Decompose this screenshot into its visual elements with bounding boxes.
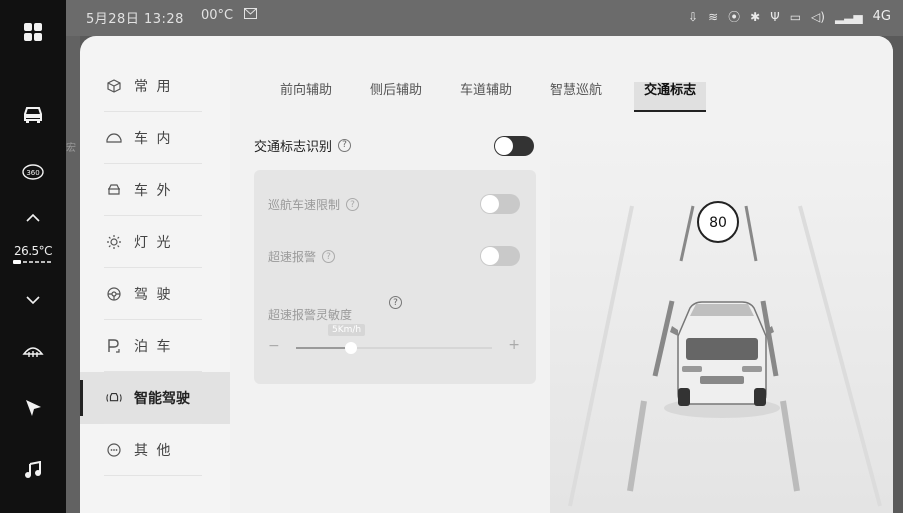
sidebar-item-lights[interactable]: 灯 光 bbox=[80, 216, 230, 268]
sidebar-item-label: 泊 车 bbox=[134, 339, 173, 355]
volume-icon: ◁) bbox=[811, 9, 825, 24]
slider-value-label: 5Km/h bbox=[328, 324, 366, 336]
left-rail: 360 26.5°C bbox=[0, 0, 66, 513]
sidebar-item-label: 常 用 bbox=[134, 79, 173, 95]
speed-limit-sign: 80 bbox=[697, 201, 739, 243]
slider-fill bbox=[296, 347, 351, 349]
steering-wheel-icon bbox=[106, 286, 122, 302]
download-icon: ⇩ bbox=[688, 9, 699, 24]
status-time: 5月28日 13:28 bbox=[86, 12, 184, 27]
usb-icon: Ψ bbox=[770, 9, 780, 24]
status-bar: 5月28日 13:28 00°C ⇩ ≋ ⦿ ✱ Ψ ▭ ◁) ▂▃▅ 4G bbox=[66, 0, 903, 36]
cruise-limit-row: 巡航车速限制 ? bbox=[268, 196, 360, 213]
sensitivity-label: 超速报警灵敏度 bbox=[268, 308, 353, 322]
hotspot-icon: ⦿ bbox=[728, 10, 741, 24]
sidebar-item-other[interactable]: 其 他 bbox=[80, 424, 230, 476]
map-background bbox=[66, 36, 80, 513]
signal-icon: ▂▃▅ bbox=[834, 9, 863, 24]
sidebar-item-label: 灯 光 bbox=[134, 235, 173, 251]
chevron-down-icon[interactable] bbox=[0, 288, 66, 312]
tab-smart-cruise[interactable]: 智慧巡航 bbox=[550, 82, 602, 112]
parking-icon bbox=[106, 338, 122, 354]
settings-sidebar: 常 用 车 内 车 外 灯 光 驾 驶 泊 车 智能驾驶 其 他 bbox=[80, 60, 230, 476]
slider-increase-button[interactable]: + bbox=[508, 337, 520, 353]
sensitivity-row: 超速报警灵敏度 bbox=[268, 306, 352, 323]
smart-drive-icon bbox=[106, 390, 122, 406]
sidebar-item-interior[interactable]: 车 内 bbox=[80, 112, 230, 164]
status-icons: ⇩ ≋ ⦿ ✱ Ψ ▭ ◁) ▂▃▅ 4G bbox=[688, 8, 891, 25]
sidebar-item-common[interactable]: 常 用 bbox=[80, 60, 230, 112]
cruise-limit-label: 巡航车速限制 bbox=[268, 198, 341, 212]
car-icon[interactable] bbox=[0, 96, 66, 132]
traffic-sign-recognition-label: 交通标志识别 bbox=[254, 139, 333, 155]
tab-lane-assist[interactable]: 车道辅助 bbox=[460, 82, 512, 112]
light-icon bbox=[106, 234, 122, 250]
settings-panel: 常 用 车 内 车 外 灯 光 驾 驶 泊 车 智能驾驶 其 他 前向辅助 侧后… bbox=[80, 36, 893, 513]
screen-icon: ▭ bbox=[789, 9, 802, 24]
overspeed-alert-row: 超速报警 ? bbox=[268, 248, 336, 265]
help-icon[interactable]: ? bbox=[322, 250, 336, 263]
sidebar-item-label: 车 外 bbox=[134, 183, 173, 199]
temperature-value: 26.5°C bbox=[13, 244, 53, 258]
sidebar-item-label: 车 内 bbox=[134, 131, 173, 147]
wifi-icon: ≋ bbox=[708, 9, 719, 24]
sidebar-item-label: 驾 驶 bbox=[134, 287, 173, 303]
slider-knob[interactable] bbox=[344, 342, 357, 354]
more-icon bbox=[106, 442, 122, 458]
tab-bar: 前向辅助 侧后辅助 车道辅助 智慧巡航 交通标志 bbox=[280, 82, 744, 112]
help-icon[interactable]: ? bbox=[346, 198, 360, 211]
sidebar-item-exterior[interactable]: 车 外 bbox=[80, 164, 230, 216]
tab-forward-assist[interactable]: 前向辅助 bbox=[280, 82, 332, 112]
tab-traffic-sign[interactable]: 交通标志 bbox=[634, 82, 707, 112]
toggle-knob bbox=[481, 247, 499, 265]
sidebar-item-smart-driving[interactable]: 智能驾驶 bbox=[80, 372, 230, 424]
traffic-sign-recognition-toggle[interactable] bbox=[494, 136, 534, 156]
sidebar-item-parking[interactable]: 泊 车 bbox=[80, 320, 230, 372]
car-seat-icon bbox=[106, 130, 122, 146]
fan-level-indicator bbox=[13, 260, 53, 264]
sensitivity-slider[interactable]: − 5Km/h + bbox=[268, 324, 524, 360]
toggle-knob bbox=[495, 137, 513, 155]
slider-decrease-button[interactable]: − bbox=[268, 338, 280, 354]
message-icon[interactable] bbox=[244, 8, 257, 23]
car-exterior-icon bbox=[106, 182, 122, 198]
cruise-limit-toggle[interactable] bbox=[480, 194, 520, 214]
settings-content: 前向辅助 侧后辅助 车道辅助 智慧巡航 交通标志 交通标志识别 ? 巡航车速限制… bbox=[230, 36, 893, 513]
network-type: 4G bbox=[872, 9, 891, 24]
speed-limit-value: 80 bbox=[709, 215, 727, 231]
sub-settings-card: 巡航车速限制 ? 超速报警 ? 超速报警灵敏度 ? − 5Km/h + bbox=[254, 170, 536, 384]
overspeed-alert-label: 超速报警 bbox=[268, 250, 317, 264]
help-icon[interactable]: ? bbox=[338, 138, 352, 152]
chevron-up-icon[interactable] bbox=[0, 206, 66, 230]
overspeed-alert-toggle[interactable] bbox=[480, 246, 520, 266]
apps-icon[interactable] bbox=[0, 14, 66, 50]
tab-rear-side-assist[interactable]: 侧后辅助 bbox=[370, 82, 422, 112]
status-temperature: 00°C bbox=[201, 8, 234, 23]
360-icon[interactable]: 360 bbox=[0, 154, 66, 190]
climate-temperature[interactable]: 26.5°C bbox=[0, 244, 66, 264]
slider-track[interactable] bbox=[296, 342, 492, 354]
360-label: 360 bbox=[26, 169, 39, 177]
defrost-icon[interactable] bbox=[0, 334, 66, 366]
music-icon[interactable] bbox=[0, 454, 66, 486]
cube-icon bbox=[106, 78, 122, 94]
navigation-icon[interactable] bbox=[0, 392, 66, 424]
help-icon[interactable]: ? bbox=[389, 296, 402, 309]
toggle-knob bbox=[481, 195, 499, 213]
road-visualization: 80 bbox=[550, 126, 893, 513]
map-label: 宏 bbox=[66, 143, 76, 154]
bluetooth-icon: ✱ bbox=[750, 9, 761, 24]
sidebar-item-label: 智能驾驶 bbox=[134, 391, 190, 407]
sidebar-item-label: 其 他 bbox=[134, 443, 173, 459]
sidebar-item-driving[interactable]: 驾 驶 bbox=[80, 268, 230, 320]
